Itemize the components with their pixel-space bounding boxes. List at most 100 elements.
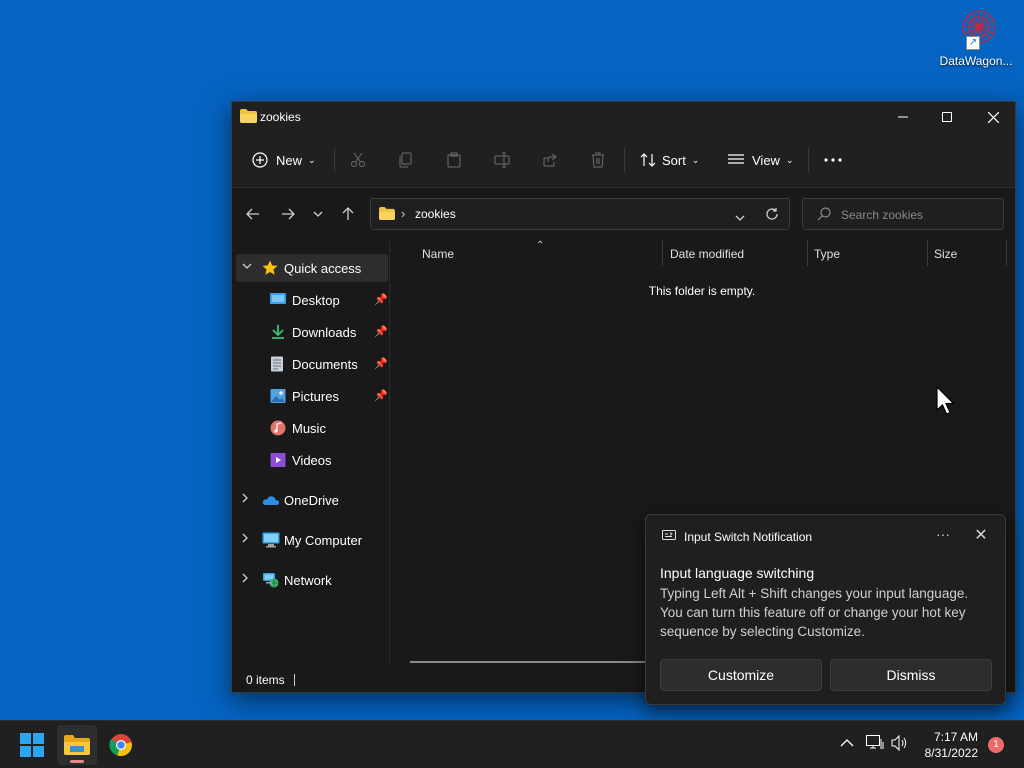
column-divider[interactable] bbox=[662, 240, 663, 266]
clock-time: 7:17 AM bbox=[933, 730, 978, 744]
dismiss-button[interactable]: Dismiss bbox=[830, 659, 992, 691]
volume-button[interactable] bbox=[891, 734, 909, 754]
pictures-icon bbox=[270, 388, 286, 404]
customize-button[interactable]: Customize bbox=[660, 659, 822, 691]
sidebar-item-quick-access[interactable]: Quick access bbox=[236, 254, 388, 282]
desktop-shortcut-datawagon[interactable]: ↗ DataWagon... bbox=[936, 6, 1016, 78]
forward-button[interactable] bbox=[276, 202, 300, 226]
back-button[interactable] bbox=[241, 202, 265, 226]
star-icon bbox=[262, 260, 278, 276]
system-clock[interactable]: 7:17 AM 8/31/2022 bbox=[912, 729, 978, 761]
column-header-size[interactable]: Size bbox=[934, 247, 957, 261]
network-icon bbox=[262, 572, 279, 588]
column-header-date-modified[interactable]: Date modified bbox=[670, 247, 744, 261]
sidebar-item-network[interactable]: Network bbox=[236, 566, 388, 594]
navigation-pane: Quick access Desktop 📌 Downloads 📌 Docum… bbox=[232, 240, 390, 664]
column-divider[interactable] bbox=[927, 240, 928, 266]
sidebar-item-label: Desktop bbox=[292, 293, 340, 308]
column-divider[interactable] bbox=[807, 240, 808, 266]
arrow-right-icon bbox=[282, 208, 295, 220]
search-icon bbox=[817, 207, 831, 224]
input-switch-icon bbox=[662, 530, 676, 545]
share-button[interactable] bbox=[542, 146, 558, 174]
chevron-down-icon: ⌄ bbox=[308, 154, 316, 165]
column-header-name[interactable]: Name bbox=[422, 247, 454, 261]
network-status-button[interactable] bbox=[866, 735, 884, 754]
address-dropdown-button[interactable] bbox=[735, 210, 745, 224]
taskbar-file-explorer[interactable] bbox=[57, 725, 97, 765]
paste-icon bbox=[447, 152, 461, 168]
chevron-down-icon bbox=[735, 215, 745, 221]
minimize-button[interactable] bbox=[880, 102, 926, 132]
sidebar-item-label: Music bbox=[292, 421, 326, 436]
sidebar-item-onedrive[interactable]: OneDrive bbox=[236, 486, 388, 514]
chrome-icon bbox=[109, 734, 132, 757]
more-icon bbox=[824, 158, 842, 162]
sidebar-item-my-computer[interactable]: My Computer bbox=[236, 526, 388, 554]
sort-icon bbox=[640, 153, 656, 167]
cut-button[interactable] bbox=[350, 146, 366, 174]
taskbar-chrome[interactable] bbox=[101, 725, 141, 765]
recent-locations-button[interactable] bbox=[306, 202, 330, 226]
copy-icon bbox=[399, 152, 412, 168]
title-bar[interactable]: zookies bbox=[232, 102, 1015, 132]
refresh-icon bbox=[766, 208, 778, 220]
chevron-right-icon bbox=[242, 533, 248, 546]
folder-icon bbox=[240, 109, 257, 126]
column-header-type[interactable]: Type bbox=[814, 247, 840, 261]
mouse-cursor bbox=[936, 385, 956, 421]
shortcut-arrow-icon: ↗ bbox=[966, 36, 980, 50]
documents-icon bbox=[270, 356, 286, 372]
sidebar-item-label: Pictures bbox=[292, 389, 339, 404]
sidebar-item-videos[interactable]: Videos bbox=[236, 446, 388, 474]
refresh-button[interactable] bbox=[765, 207, 779, 224]
sort-button[interactable]: Sort ⌄ bbox=[640, 146, 699, 174]
see-more-button[interactable] bbox=[824, 146, 842, 174]
breadcrumb-segment[interactable]: zookies bbox=[415, 207, 456, 221]
close-button[interactable] bbox=[970, 102, 1016, 132]
close-icon bbox=[987, 111, 999, 123]
new-button[interactable]: New ⌄ bbox=[252, 146, 316, 174]
maximize-icon bbox=[942, 112, 952, 122]
sidebar-item-label: Network bbox=[284, 573, 332, 588]
separator bbox=[334, 148, 335, 172]
notification-more-button[interactable]: ··· bbox=[932, 525, 954, 547]
view-button[interactable]: View ⌄ bbox=[728, 146, 794, 174]
window-title: zookies bbox=[260, 110, 301, 124]
delete-icon bbox=[592, 152, 604, 168]
notification-close-button[interactable]: ✕ bbox=[970, 525, 992, 547]
notification-app-name: Input Switch Notification bbox=[684, 530, 813, 544]
sort-label: Sort bbox=[662, 152, 686, 168]
navigation-bar: › zookies bbox=[232, 188, 1015, 240]
sidebar-item-label: OneDrive bbox=[284, 493, 339, 508]
file-explorer-icon bbox=[64, 735, 90, 755]
sidebar-item-documents[interactable]: Documents 📌 bbox=[236, 350, 388, 378]
sidebar-item-pictures[interactable]: Pictures 📌 bbox=[236, 382, 388, 410]
sidebar-item-label: Documents bbox=[292, 357, 358, 372]
copy-button[interactable] bbox=[398, 146, 414, 174]
column-divider[interactable] bbox=[1006, 240, 1007, 266]
sidebar-item-music[interactable]: Music bbox=[236, 414, 388, 442]
status-divider bbox=[294, 674, 295, 686]
rename-icon bbox=[494, 152, 510, 168]
network-status-icon bbox=[866, 735, 884, 749]
maximize-button[interactable] bbox=[924, 102, 970, 132]
sidebar-item-downloads[interactable]: Downloads 📌 bbox=[236, 318, 388, 346]
notification-toast[interactable]: Input Switch Notification ··· ✕ Input la… bbox=[645, 514, 1006, 705]
separator bbox=[624, 148, 625, 172]
show-hidden-icons-button[interactable] bbox=[840, 735, 854, 751]
pin-icon: 📌 bbox=[374, 294, 388, 306]
up-button[interactable] bbox=[336, 202, 360, 226]
address-bar[interactable]: › zookies bbox=[370, 198, 790, 230]
new-label: New bbox=[276, 152, 303, 168]
paste-button[interactable] bbox=[446, 146, 462, 174]
horizontal-scrollbar[interactable] bbox=[410, 661, 650, 663]
command-bar: New ⌄ Sort ⌄ View ⌄ bbox=[232, 132, 1015, 188]
search-input[interactable] bbox=[841, 206, 991, 224]
delete-button[interactable] bbox=[590, 146, 606, 174]
notification-count-badge[interactable]: 1 bbox=[988, 737, 1004, 753]
search-box[interactable] bbox=[802, 198, 1004, 230]
sidebar-item-desktop[interactable]: Desktop 📌 bbox=[236, 286, 388, 314]
rename-button[interactable] bbox=[494, 146, 510, 174]
start-button[interactable] bbox=[12, 725, 52, 765]
